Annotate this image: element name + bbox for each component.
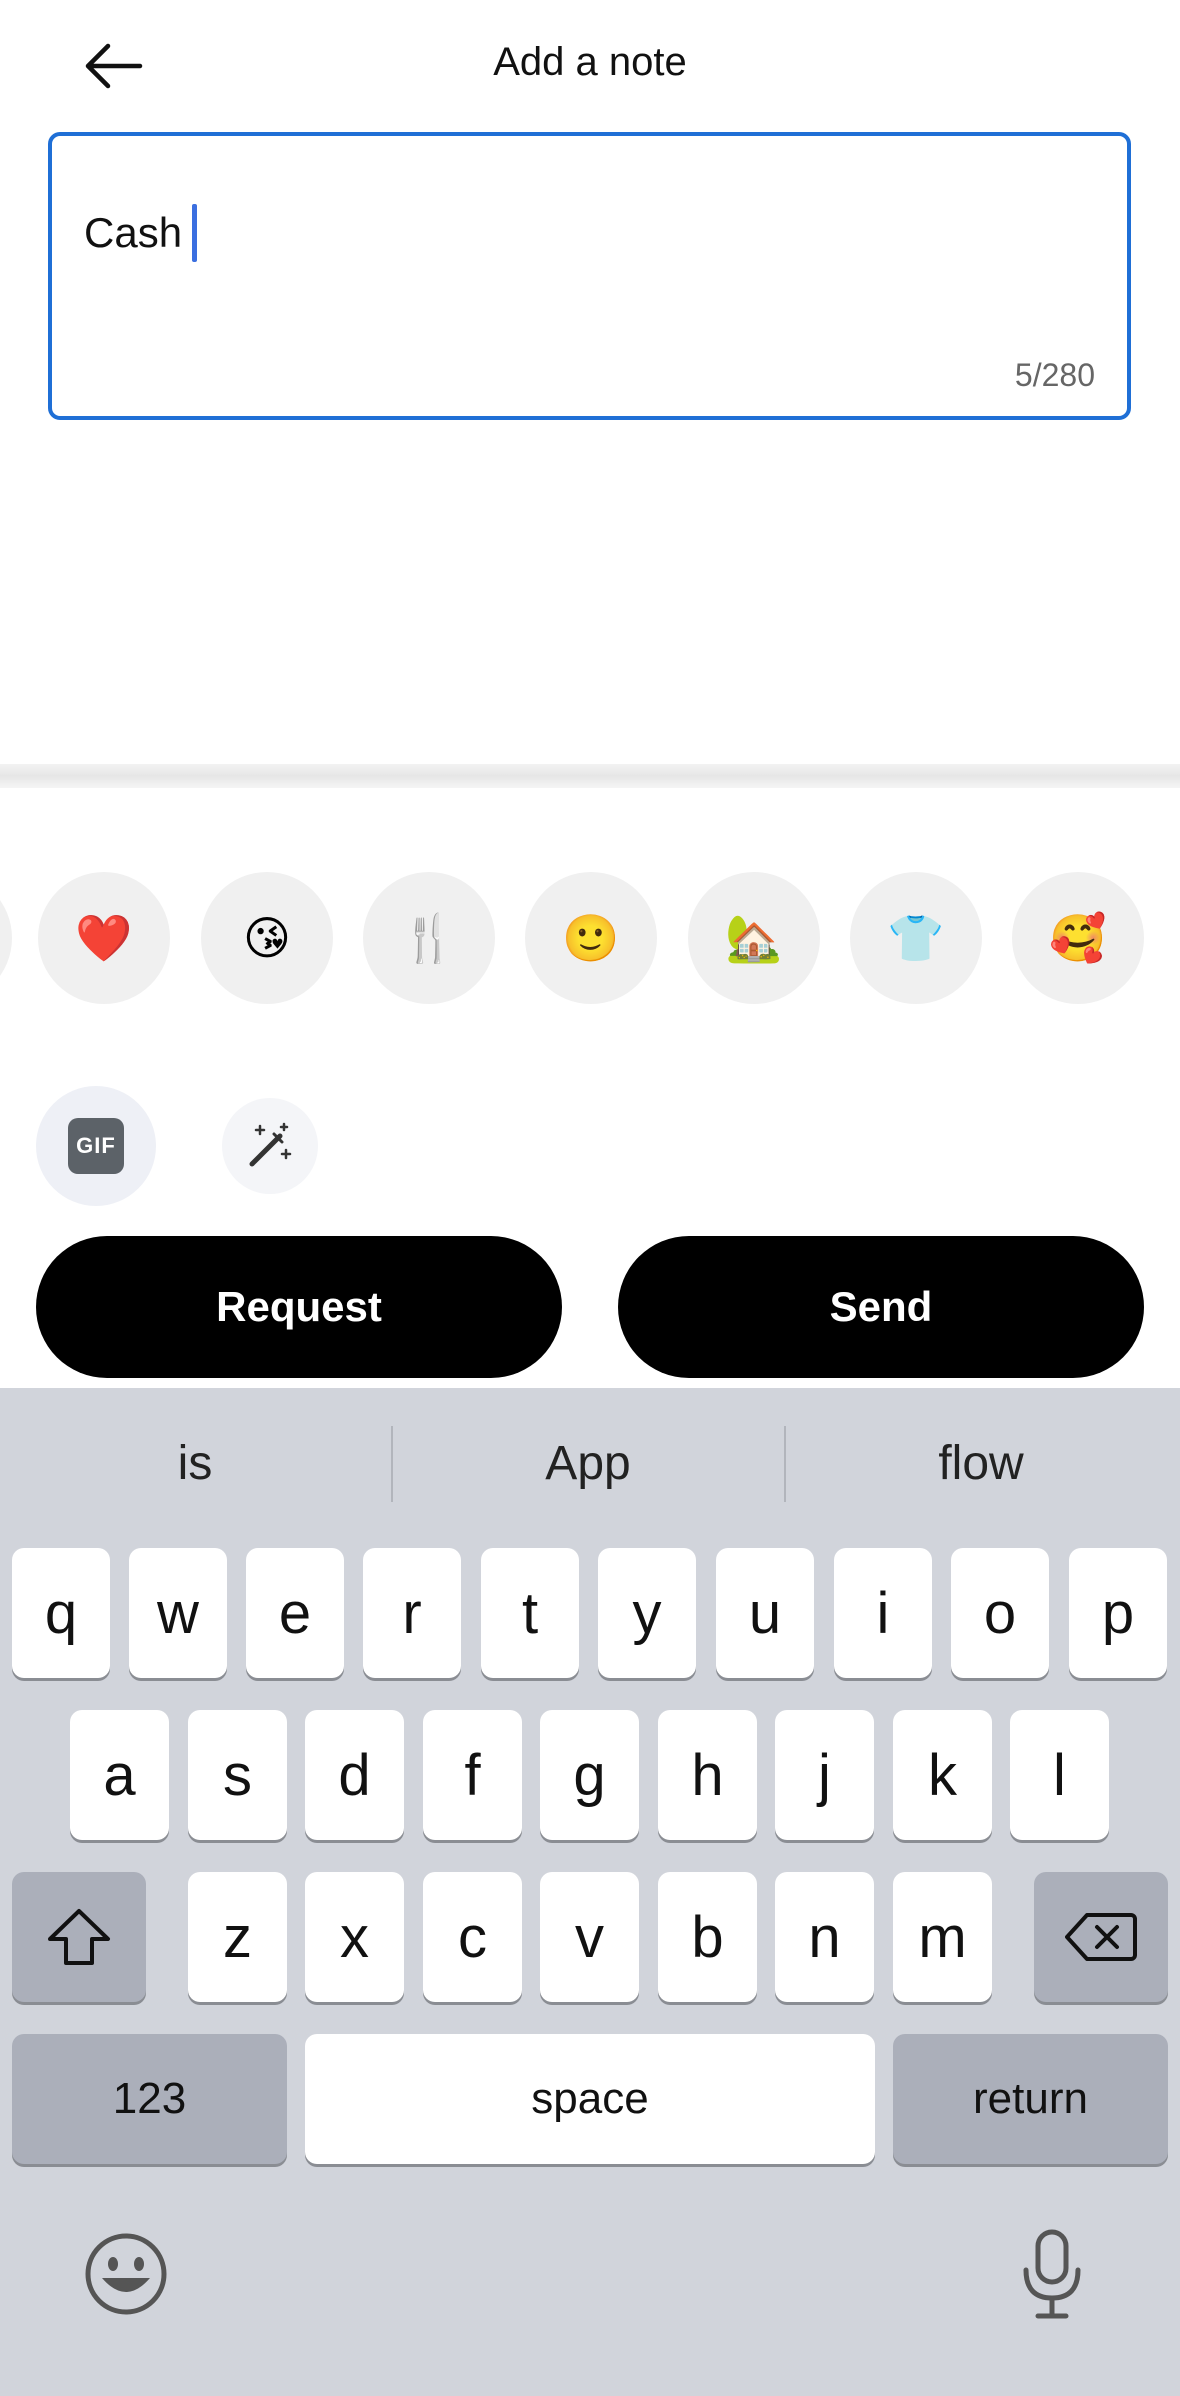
key-e[interactable]: e — [246, 1548, 344, 1678]
emoji-suggestions: ❤️ 😘 🍴 🙂 🏡 👕 🥰 — [0, 872, 1180, 1006]
request-button[interactable]: Request — [36, 1236, 562, 1378]
emoji-house-button[interactable]: 🏡 — [688, 872, 820, 1004]
key-d[interactable]: d — [305, 1710, 404, 1840]
text-caret — [192, 204, 198, 262]
gif-button[interactable]: GIF — [36, 1086, 156, 1206]
key-o[interactable]: o — [951, 1548, 1049, 1678]
delete-key[interactable] — [1034, 1872, 1168, 2002]
magic-wand-button[interactable] — [222, 1098, 318, 1194]
microphone-icon — [1023, 2229, 1081, 2319]
note-text: Cash — [84, 204, 198, 262]
key-u[interactable]: u — [716, 1548, 814, 1678]
suggestion-2[interactable]: App — [393, 1428, 783, 1498]
send-button[interactable]: Send — [618, 1236, 1144, 1378]
page-title: Add a note — [493, 40, 687, 84]
key-f[interactable]: f — [423, 1710, 522, 1840]
space-key[interactable]: space — [305, 2034, 875, 2164]
key-i[interactable]: i — [834, 1548, 932, 1678]
emoji-icon — [85, 2233, 167, 2315]
numbers-key[interactable]: 123 — [12, 2034, 287, 2164]
keyboard-suggestions: is App flow — [0, 1388, 1180, 1538]
key-q[interactable]: q — [12, 1548, 110, 1678]
key-h[interactable]: h — [658, 1710, 757, 1840]
emoji-kiss-button[interactable]: 😘 — [201, 872, 333, 1004]
emoji-chip-partial[interactable] — [0, 872, 12, 1004]
key-z[interactable]: z — [188, 1872, 287, 2002]
section-divider — [0, 764, 1180, 788]
key-c[interactable]: c — [423, 1872, 522, 2002]
key-p[interactable]: p — [1069, 1548, 1167, 1678]
key-v[interactable]: v — [540, 1872, 639, 2002]
key-j[interactable]: j — [775, 1710, 874, 1840]
suggestion-1[interactable]: is — [0, 1428, 390, 1498]
dictation-button[interactable] — [1020, 2228, 1084, 2320]
note-value: Cash — [84, 209, 183, 256]
keyboard: is App flow q w e r t y u i o p a s d f … — [0, 1388, 1180, 2396]
key-x[interactable]: x — [305, 1872, 404, 2002]
key-b[interactable]: b — [658, 1872, 757, 2002]
emoji-love-face-button[interactable]: 🥰 — [1012, 872, 1144, 1004]
suggestion-3[interactable]: flow — [786, 1428, 1176, 1498]
shift-icon — [48, 1909, 110, 1965]
key-w[interactable]: w — [129, 1548, 227, 1678]
emoji-shirt-button[interactable]: 👕 — [850, 872, 982, 1004]
key-s[interactable]: s — [188, 1710, 287, 1840]
gif-icon: GIF — [68, 1118, 124, 1174]
character-counter: 5/280 — [1014, 357, 1095, 393]
key-a[interactable]: a — [70, 1710, 169, 1840]
key-g[interactable]: g — [540, 1710, 639, 1840]
note-input[interactable]: Cash 5/280 — [48, 132, 1131, 420]
key-l[interactable]: l — [1010, 1710, 1109, 1840]
return-key[interactable]: return — [893, 2034, 1168, 2164]
backspace-icon — [1065, 1913, 1137, 1961]
emoji-fork-knife-button[interactable]: 🍴 — [363, 872, 495, 1004]
emoji-keyboard-button[interactable] — [84, 2232, 168, 2316]
emoji-heart-button[interactable]: ❤️ — [38, 872, 170, 1004]
shift-key[interactable] — [12, 1872, 146, 2002]
key-n[interactable]: n — [775, 1872, 874, 2002]
key-m[interactable]: m — [893, 1872, 992, 2002]
key-y[interactable]: y — [598, 1548, 696, 1678]
key-r[interactable]: r — [363, 1548, 461, 1678]
header: Add a note — [0, 0, 1180, 130]
key-k[interactable]: k — [893, 1710, 992, 1840]
key-t[interactable]: t — [481, 1548, 579, 1678]
emoji-smile-button[interactable]: 🙂 — [525, 872, 657, 1004]
magic-wand-icon — [249, 1122, 292, 1167]
